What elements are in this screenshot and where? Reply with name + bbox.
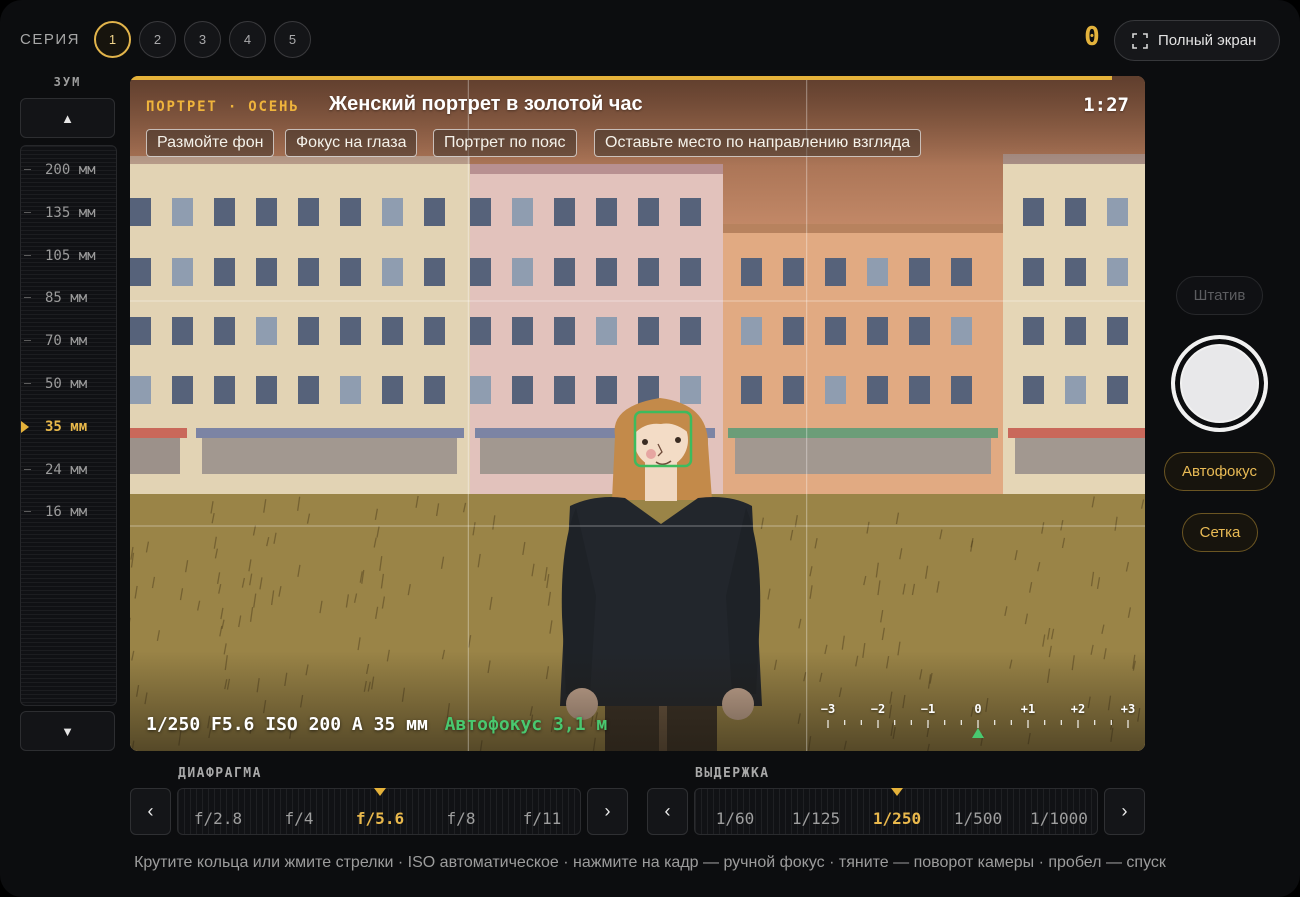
zoom-option[interactable]: 35 мм xyxy=(21,417,116,437)
aperture-title: ДИАФРАГМА xyxy=(178,766,262,781)
zoom-tick xyxy=(24,383,31,384)
dial-option[interactable]: 1/125 xyxy=(792,809,840,828)
exposure-scale-label: +2 xyxy=(1070,702,1086,716)
dial-option[interactable]: f/4 xyxy=(285,809,314,828)
zoom-option-label: 35 мм xyxy=(45,418,88,435)
zoom-pointer-icon xyxy=(21,420,29,433)
genre-label: ПОРТРЕТ · ОСЕНЬ xyxy=(146,99,300,115)
readout-aperture: F5.6 xyxy=(211,714,255,735)
dial-option[interactable]: 1/500 xyxy=(954,809,1002,828)
exposure-scale-label: +1 xyxy=(1020,702,1036,716)
aperture-ring[interactable]: f/2.8 f/4 f/5.6 f/8 f/11 xyxy=(177,788,581,835)
exposure-readout: 1/250 F5.6 ISO 200 A 35 мм Автофокус 3,1… xyxy=(146,714,607,735)
fullscreen-label: Полный экран xyxy=(1158,32,1257,49)
zoom-option[interactable]: 135 мм xyxy=(21,203,116,223)
dial-option[interactable]: 1/1000 xyxy=(1030,809,1088,828)
readout-focal: 35 мм xyxy=(373,714,428,735)
zoom-option[interactable]: 105 мм xyxy=(21,246,116,266)
series-button-5[interactable]: 5 xyxy=(274,21,311,58)
series-button-3[interactable]: 3 xyxy=(184,21,221,58)
zoom-option[interactable]: 70 мм xyxy=(21,331,116,351)
zoom-option-label: 24 мм xyxy=(45,461,88,478)
zoom-tick xyxy=(24,211,31,213)
zoom-in-button[interactable]: ▲ xyxy=(20,98,115,138)
dial-marker-icon xyxy=(891,788,903,796)
zoom-tick xyxy=(24,340,31,342)
series-button-4[interactable]: 4 xyxy=(229,21,266,58)
aperture-prev-button[interactable]: ‹ xyxy=(130,788,171,835)
shutter-speed-ring[interactable]: 1/60 1/125 1/250 1/500 1/1000 xyxy=(694,788,1098,835)
zoom-option-label: 200 мм xyxy=(45,162,96,178)
exposure-scale-label: −3 xyxy=(820,702,836,716)
zoom-option[interactable]: 50 мм xyxy=(21,374,116,394)
chevron-left-icon: ‹ xyxy=(664,801,671,821)
shutter-button[interactable] xyxy=(1171,335,1268,432)
series-button-1[interactable]: 1 xyxy=(94,21,131,58)
zoom-tick xyxy=(24,297,31,299)
tip-chip: Портрет по пояс xyxy=(433,129,577,157)
up-arrow-icon: ▲ xyxy=(61,110,74,126)
expand-corners-icon xyxy=(1132,32,1148,49)
zoom-tick xyxy=(24,511,31,513)
chevron-left-icon: ‹ xyxy=(147,801,154,821)
zoom-option-label: 50 мм xyxy=(45,376,88,392)
aperture-next-button[interactable]: › xyxy=(587,788,628,835)
camera-app: СЕРИЯ 1 2 3 4 5 0 Полный экран ЗУМ ▲ 200… xyxy=(0,0,1300,897)
zoom-tick xyxy=(24,254,31,256)
dial-option[interactable]: f/8 xyxy=(447,809,476,828)
shot-title: Женский портрет в золотой час xyxy=(329,93,643,115)
shutter-inner xyxy=(1182,346,1257,421)
exposure-scale-label: −1 xyxy=(920,702,936,716)
zoom-option[interactable]: 200 мм xyxy=(21,160,116,180)
zoom-option-label: 16 мм xyxy=(45,504,88,521)
zoom-option-label: 70 мм xyxy=(45,333,88,350)
zoom-tick xyxy=(24,169,31,170)
dial-option[interactable]: 1/60 xyxy=(716,809,755,828)
score-counter: 0 xyxy=(1084,22,1100,52)
zoom-option[interactable]: 16 мм xyxy=(21,502,116,522)
dial-marker-icon xyxy=(374,788,386,796)
scene-image xyxy=(130,76,1145,751)
shutter-next-button[interactable]: › xyxy=(1104,788,1145,835)
series-label: СЕРИЯ xyxy=(20,31,80,48)
exposure-scale-label: +3 xyxy=(1120,702,1136,716)
zoom-tick xyxy=(24,468,31,470)
zoom-option[interactable]: 85 мм xyxy=(21,288,116,308)
zoom-option-label: 135 мм xyxy=(45,204,96,221)
dial-option[interactable]: f/2.8 xyxy=(194,809,242,828)
chevron-right-icon: › xyxy=(1121,801,1128,821)
autofocus-toggle[interactable]: Автофокус xyxy=(1164,452,1275,491)
countdown-timer: 1:27 xyxy=(1083,94,1129,116)
zoom-ring[interactable]: 200 мм 135 мм 105 мм 85 мм 70 мм 50 мм 35 мм 24… xyxy=(20,145,117,706)
dial-option[interactable]: f/5.6 xyxy=(356,809,404,828)
tip-chip: Оставьте место по направлению взгляда xyxy=(594,129,922,157)
tip-chip: Фокус на глаза xyxy=(285,129,418,157)
help-hint: Крутите кольца или жмите стрелки · ISO а… xyxy=(134,854,1166,871)
exposure-scale-label: −2 xyxy=(870,702,886,716)
zoom-option[interactable]: 24 мм xyxy=(21,460,116,480)
zoom-label: ЗУМ xyxy=(53,75,82,89)
dial-option[interactable]: 1/250 xyxy=(873,809,921,828)
readout-autofocus: Автофокус 3,1 м xyxy=(444,714,608,735)
shutter-prev-button[interactable]: ‹ xyxy=(647,788,688,835)
time-progress-bar xyxy=(130,76,1112,80)
readout-shutter: 1/250 xyxy=(146,714,201,735)
grid-toggle[interactable]: Сетка xyxy=(1182,513,1258,552)
exposure-scale-label: 0 xyxy=(974,702,982,716)
readout-iso: ISO 200 A xyxy=(265,714,363,735)
series-button-2[interactable]: 2 xyxy=(139,21,176,58)
zoom-option-label: 85 мм xyxy=(45,290,88,307)
zoom-out-button[interactable]: ▼ xyxy=(20,711,115,751)
zoom-option-label: 105 мм xyxy=(45,247,96,264)
tip-chip: Размойте фон xyxy=(146,129,275,157)
fullscreen-button[interactable]: Полный экран xyxy=(1114,20,1280,61)
chevron-right-icon: › xyxy=(604,801,611,821)
down-arrow-icon: ▼ xyxy=(61,723,74,739)
tripod-button[interactable]: Штатив xyxy=(1176,276,1263,315)
dial-option[interactable]: f/11 xyxy=(523,809,562,828)
viewfinder[interactable]: ПОРТРЕТ · ОСЕНЬ Женский портрет в золото… xyxy=(130,76,1145,751)
shutter-speed-title: ВЫДЕРЖКА xyxy=(695,766,770,781)
